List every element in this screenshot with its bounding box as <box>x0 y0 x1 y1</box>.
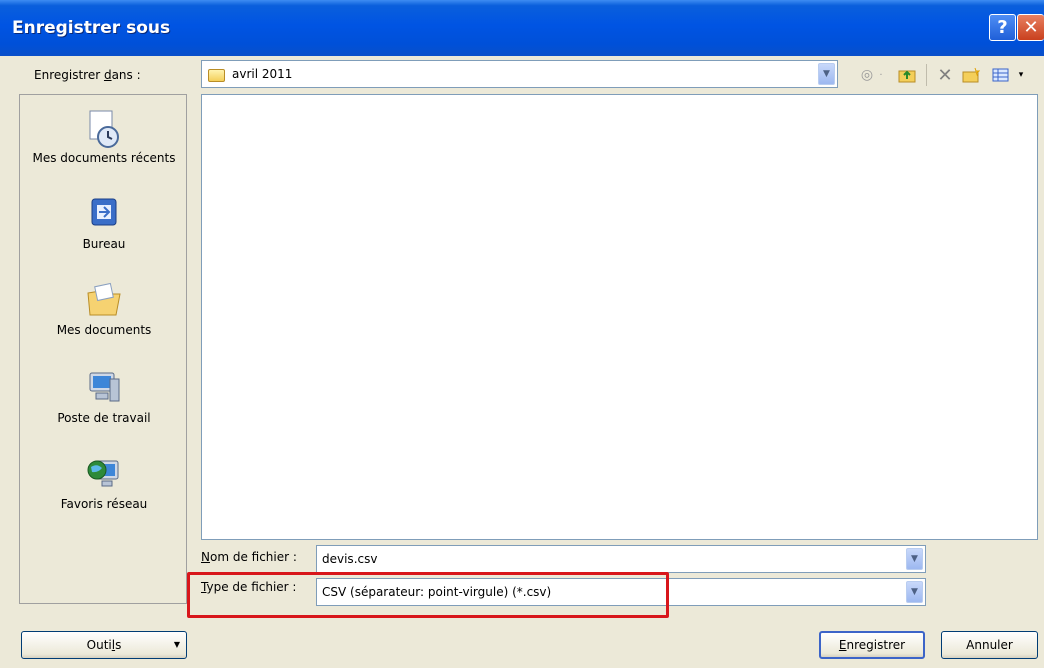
help-button[interactable]: ? <box>989 14 1016 41</box>
my-documents-icon <box>86 281 122 317</box>
current-folder-text: avril 2011 <box>232 67 293 81</box>
views-dropdown-icon[interactable]: ▾ <box>1016 66 1026 84</box>
save-button[interactable]: Enregistrer <box>819 631 925 659</box>
places-bar: Mes documents récents Bureau Mes documen… <box>19 94 187 604</box>
chevron-down-icon[interactable]: ▼ <box>818 63 835 85</box>
title-bar: Enregistrer sous ? ✕ <box>0 0 1044 56</box>
folder-icon <box>208 69 225 82</box>
chevron-down-icon[interactable]: ▼ <box>906 548 923 570</box>
back-dropdown-icon[interactable]: · <box>876 66 886 84</box>
views-icon[interactable] <box>992 66 1010 84</box>
tools-button[interactable]: Outils ▼ <box>21 631 187 659</box>
recent-documents-icon <box>86 109 122 148</box>
close-icon: ✕ <box>1023 17 1039 38</box>
network-places-icon <box>86 455 122 491</box>
filename-field[interactable]: devis.csv ▼ <box>316 545 926 573</box>
save-button-label: Enregistrer <box>838 638 906 652</box>
chevron-down-icon[interactable]: ▼ <box>906 581 923 603</box>
desktop-icon <box>86 195 122 231</box>
save-in-dropdown[interactable]: avril 2011 ▼ <box>201 60 838 88</box>
tools-button-label: Outils <box>86 638 122 652</box>
help-icon: ? <box>997 17 1008 38</box>
highlight-box <box>187 572 669 618</box>
cancel-button-label: Annuler <box>966 638 1013 652</box>
delete-icon[interactable]: ✕ <box>936 65 954 86</box>
place-recent-documents[interactable]: Mes documents récents <box>20 109 188 165</box>
new-folder-icon[interactable] <box>962 66 980 84</box>
up-folder-icon[interactable] <box>898 66 916 84</box>
place-my-documents[interactable]: Mes documents <box>20 281 188 337</box>
save-in-label: Enregistrer dans : <box>34 68 141 82</box>
filename-value: devis.csv <box>322 552 378 566</box>
close-button[interactable]: ✕ <box>1017 14 1044 41</box>
cancel-button[interactable]: Annuler <box>941 631 1038 659</box>
filename-label: Nom de fichier : <box>201 550 297 564</box>
place-my-computer[interactable]: Poste de travail <box>20 369 188 425</box>
back-icon[interactable]: ◎ <box>858 66 876 84</box>
window-title: Enregistrer sous <box>12 18 171 38</box>
my-computer-icon <box>86 369 122 405</box>
place-desktop[interactable]: Bureau <box>20 195 188 251</box>
file-list[interactable] <box>201 94 1038 540</box>
place-network-places[interactable]: Favoris réseau <box>20 455 188 511</box>
toolbar-separator <box>926 64 927 86</box>
chevron-down-icon: ▼ <box>173 640 180 649</box>
